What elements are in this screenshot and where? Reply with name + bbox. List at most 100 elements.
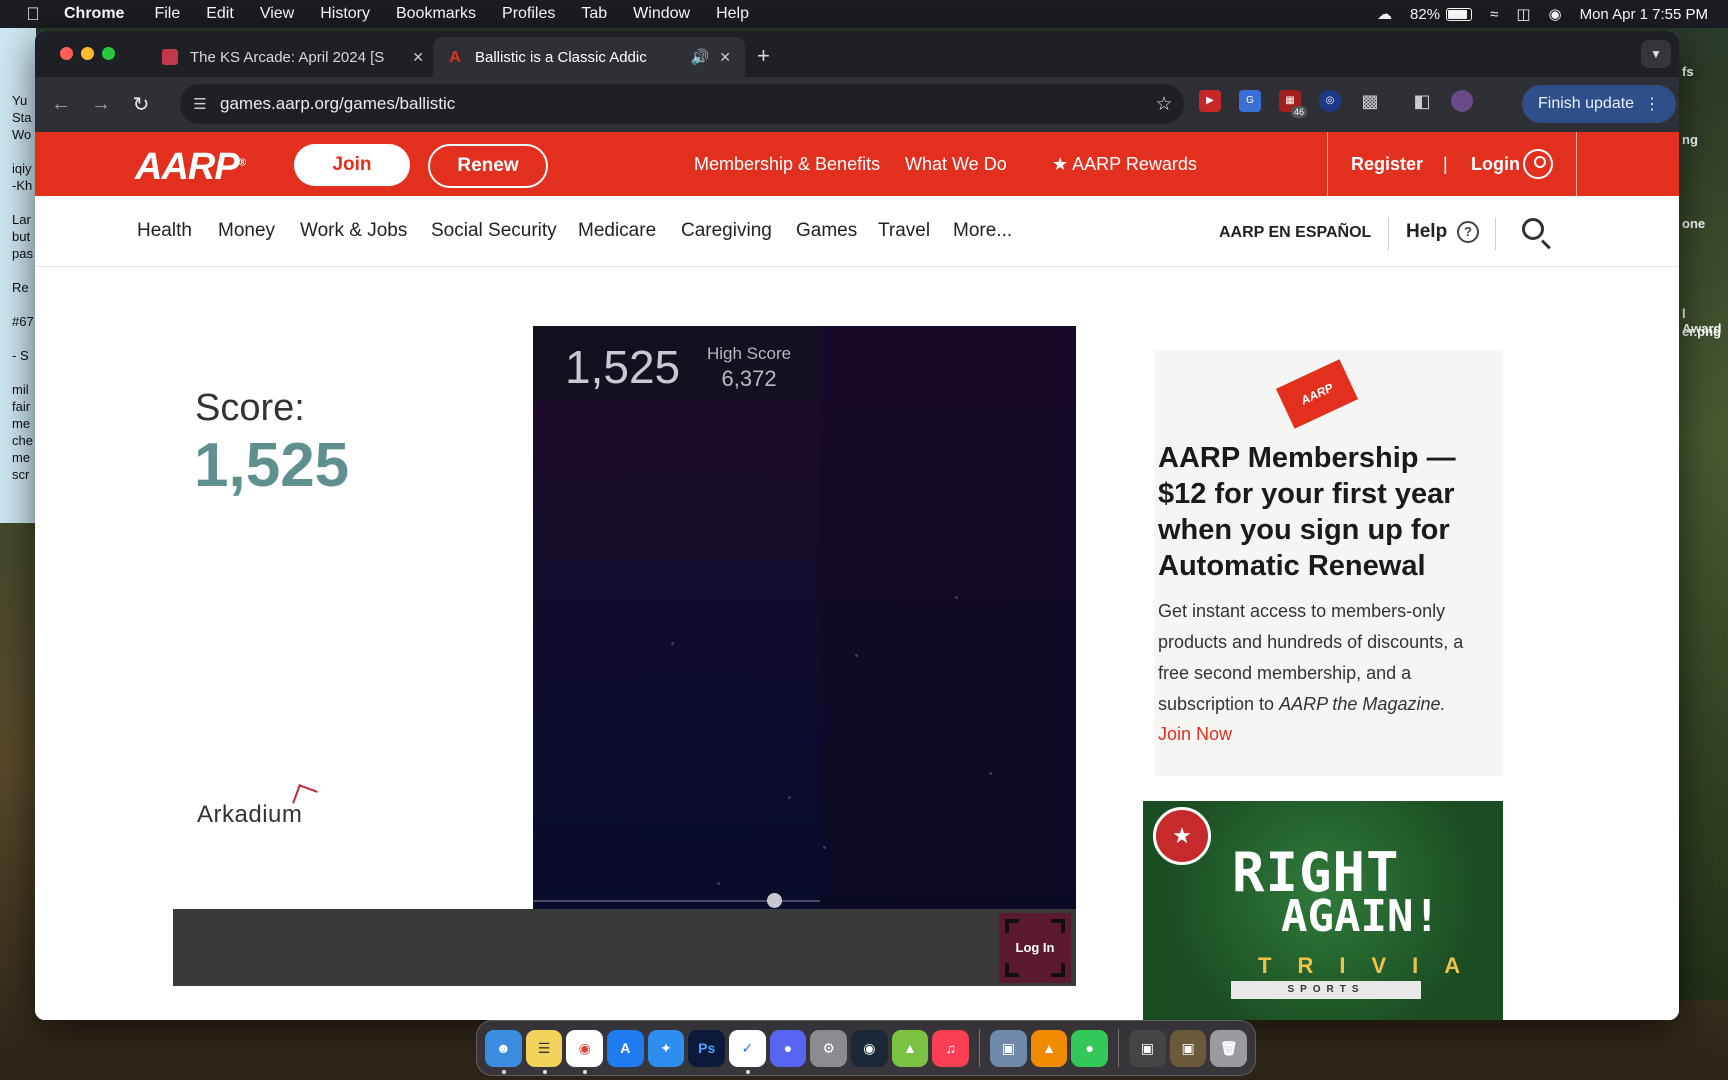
- minimize-window-icon[interactable]: [81, 47, 94, 60]
- menu-profiles[interactable]: Profiles: [502, 5, 555, 23]
- tab-search-chevron-icon[interactable]: ▼: [1641, 40, 1671, 68]
- menu-view[interactable]: View: [260, 5, 294, 23]
- notes-icon[interactable]: ☰: [525, 1029, 563, 1074]
- help-icon[interactable]: ?: [1457, 221, 1479, 243]
- profile-avatar[interactable]: [1451, 90, 1473, 112]
- siri-icon[interactable]: ◉: [1549, 5, 1562, 23]
- puzzle-extensions-icon[interactable]: ▩: [1359, 90, 1381, 112]
- nav-health[interactable]: Health: [137, 220, 192, 242]
- preview-icon[interactable]: ▣: [990, 1029, 1027, 1067]
- membership-benefits-link[interactable]: Membership & Benefits: [694, 154, 880, 175]
- desktop-label: ng: [1682, 132, 1698, 147]
- game-bottom-bar: Log In: [173, 909, 1076, 986]
- aarp-logo[interactable]: AARP®: [135, 146, 246, 189]
- menu-bookmarks[interactable]: Bookmarks: [396, 5, 476, 23]
- bookmark-star-icon[interactable]: ☆: [1144, 93, 1184, 116]
- finish-update-button[interactable]: Finish update ⋮: [1522, 85, 1677, 123]
- nav-social-security[interactable]: Social Security: [431, 220, 557, 242]
- address-bar[interactable]: ☰ games.aarp.org/games/ballistic ☆: [180, 84, 1184, 124]
- menu-window[interactable]: Window: [633, 5, 690, 23]
- wifi-icon[interactable]: ≈: [1490, 6, 1498, 23]
- site-info-icon[interactable]: ☰: [180, 95, 220, 113]
- tab-ks-arcade[interactable]: The KS Arcade: April 2024 [S ✕: [148, 37, 438, 77]
- menu-file[interactable]: File: [154, 5, 180, 23]
- chrome-icon[interactable]: ◉: [566, 1029, 604, 1074]
- apple-icon[interactable]: : [22, 4, 44, 25]
- reload-icon[interactable]: ↻: [121, 92, 161, 117]
- ad-title[interactable]: AARP Membership — $12 for your first yea…: [1158, 440, 1498, 584]
- vlc-icon[interactable]: ▲: [1030, 1029, 1068, 1067]
- back-arrow-icon[interactable]: ←: [41, 93, 81, 116]
- log-in-label: Log In: [1015, 940, 1055, 955]
- privacy-extension-icon[interactable]: ◎: [1319, 90, 1341, 112]
- menu-app-name[interactable]: Chrome: [64, 5, 124, 23]
- safari-icon[interactable]: ✦: [647, 1029, 685, 1067]
- translate-extension-icon[interactable]: G: [1239, 90, 1261, 112]
- nav-travel[interactable]: Travel: [878, 220, 930, 242]
- tab-strip: The KS Arcade: April 2024 [S ✕ A Ballist…: [35, 31, 1679, 77]
- search-icon[interactable]: [1522, 218, 1544, 240]
- join-button[interactable]: Join: [294, 144, 410, 186]
- side-panel-icon[interactable]: ◧: [1411, 90, 1433, 112]
- app-store-icon[interactable]: A: [607, 1029, 644, 1067]
- screenshot-folder-icon[interactable]: ▣: [1129, 1029, 1166, 1067]
- renew-button[interactable]: Renew: [428, 144, 548, 188]
- settings-icon[interactable]: ⚙: [810, 1029, 848, 1067]
- menu-tab[interactable]: Tab: [581, 5, 607, 23]
- join-now-link[interactable]: Join Now: [1158, 724, 1232, 745]
- forward-arrow-icon[interactable]: →: [81, 93, 121, 116]
- zoom-window-icon[interactable]: [102, 47, 115, 60]
- battery-percent: 82%: [1410, 5, 1441, 23]
- nav-work-jobs[interactable]: Work & Jobs: [300, 220, 407, 242]
- log-in-button[interactable]: Log In: [999, 913, 1071, 983]
- mail-icon[interactable]: ✓: [729, 1029, 766, 1074]
- extensions: ▶ G ▦ 46 ◎ ▩ ◧: [1199, 90, 1473, 118]
- finder-icon[interactable]: ☻: [485, 1029, 522, 1074]
- tab-close-icon[interactable]: ✕: [412, 49, 424, 66]
- new-tab-icon[interactable]: +: [757, 43, 770, 69]
- drive-icon[interactable]: ▲: [891, 1029, 929, 1067]
- high-score: High Score 6,372: [707, 344, 791, 392]
- menu-history[interactable]: History: [320, 5, 370, 23]
- nav-more[interactable]: More...: [953, 220, 1012, 242]
- arkadium-logo[interactable]: Arkadium: [197, 784, 318, 829]
- ball: [767, 893, 782, 908]
- youtube-extension-icon[interactable]: ▶: [1199, 90, 1221, 112]
- tab-ballistic[interactable]: A Ballistic is a Classic Addic 🔊 ✕: [433, 37, 745, 77]
- trash-icon[interactable]: 🗑: [1210, 1029, 1248, 1067]
- messages-icon[interactable]: ●: [1071, 1029, 1109, 1067]
- what-we-do-link[interactable]: What We Do: [905, 154, 1007, 175]
- menu-help[interactable]: Help: [716, 5, 749, 23]
- nav-money[interactable]: Money: [218, 220, 275, 242]
- battery-status[interactable]: 82%: [1410, 5, 1473, 23]
- game-canvas[interactable]: 1,525 High Score 6,372: [533, 326, 1076, 967]
- discord-icon[interactable]: ●: [769, 1029, 807, 1067]
- clock[interactable]: Mon Apr 1 7:55 PM: [1580, 6, 1708, 23]
- desktop-file-label[interactable]: er.png: [1682, 324, 1721, 339]
- register-link[interactable]: Register: [1351, 154, 1423, 175]
- url-text[interactable]: games.aarp.org/games/ballistic: [220, 94, 1144, 114]
- ad-text-magazine: AARP the Magazine.: [1279, 694, 1446, 714]
- membership-ad[interactable]: AARP AARP Membership — $12 for your firs…: [1154, 350, 1503, 776]
- close-window-icon[interactable]: [60, 47, 73, 60]
- extension-icon[interactable]: ▦ 46: [1279, 90, 1307, 118]
- tab-close-icon[interactable]: ✕: [719, 49, 731, 66]
- cloud-icon[interactable]: ☁: [1377, 5, 1392, 23]
- rewards-link[interactable]: ★ AARP Rewards: [1052, 154, 1197, 175]
- espanol-link[interactable]: AARP EN ESPAÑOL: [1219, 224, 1371, 242]
- extension-badge: 46: [1290, 106, 1307, 118]
- help-link[interactable]: Help: [1406, 221, 1447, 243]
- login-link[interactable]: Login: [1471, 154, 1520, 175]
- nav-games[interactable]: Games: [796, 220, 857, 242]
- user-icon[interactable]: [1523, 149, 1553, 179]
- photoshop-icon[interactable]: Ps: [688, 1029, 726, 1067]
- nav-caregiving[interactable]: Caregiving: [681, 220, 772, 242]
- control-center-icon[interactable]: ◫: [1516, 5, 1530, 23]
- trivia-ad[interactable]: ★ RIGHT AGAIN! TRIVIA SPORTS: [1143, 801, 1503, 1020]
- photos-folder-icon[interactable]: ▣: [1169, 1029, 1207, 1067]
- music-icon[interactable]: ♫: [932, 1029, 970, 1067]
- nav-medicare[interactable]: Medicare: [578, 220, 656, 242]
- steam-icon[interactable]: ◉: [851, 1029, 888, 1067]
- menu-edit[interactable]: Edit: [206, 5, 234, 23]
- speaker-icon[interactable]: 🔊: [691, 48, 710, 66]
